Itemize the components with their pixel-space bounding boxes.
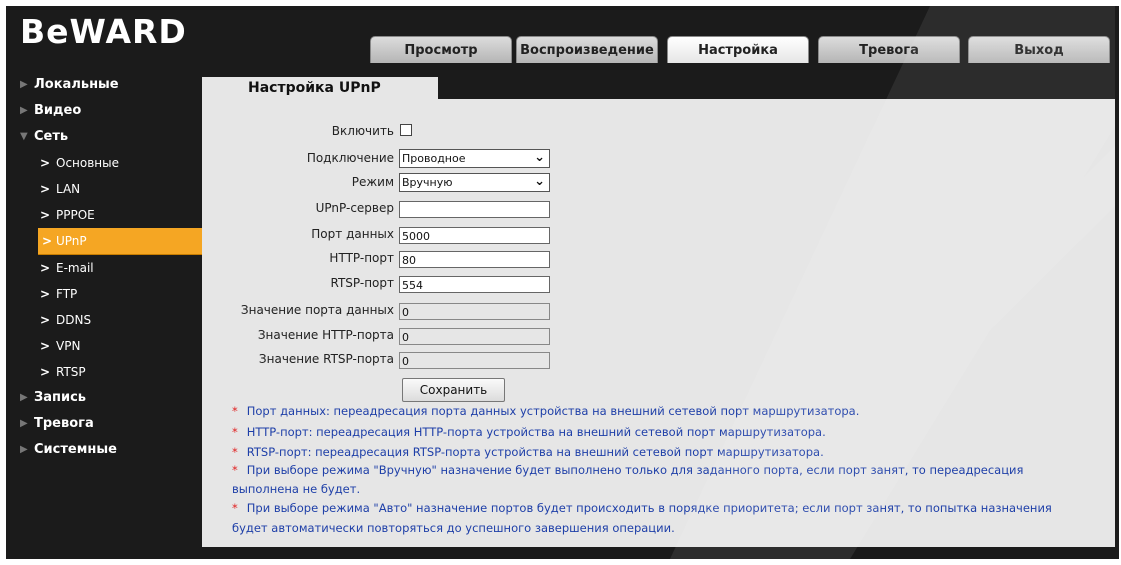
tab-alarm[interactable]: Тревога xyxy=(818,36,960,63)
upnp-server-input[interactable] xyxy=(399,201,550,218)
beward-logo: BeWARD xyxy=(20,12,187,51)
connection-label: Подключение xyxy=(306,151,394,165)
note-item-continued: выполнена не будет. xyxy=(232,482,361,496)
rtsp-port-label: RTSP-порт xyxy=(330,276,394,290)
sidebar-item-ddns[interactable]: > DDNS xyxy=(6,307,202,333)
http-port-input[interactable]: 80 xyxy=(399,251,550,268)
tab-playback[interactable]: Воспроизведение xyxy=(516,36,658,63)
note-item: * Порт данных: переадресация порта данных… xyxy=(232,403,1092,420)
rtsp-port-status-field: 0 xyxy=(399,352,550,369)
chevron-right-icon: > xyxy=(40,365,51,379)
data-port-input[interactable]: 5000 xyxy=(399,227,550,244)
mode-label: Режим xyxy=(351,175,394,189)
sidebar-item-alarm[interactable]: ▶ Тревога xyxy=(6,411,202,437)
sidebar-item-label: RTSP xyxy=(56,365,86,379)
chevron-right-icon: > xyxy=(42,234,53,248)
mode-value: Вручную xyxy=(402,176,453,189)
sidebar-item-upnp[interactable]: > UPnP xyxy=(38,228,202,255)
upnp-server-label: UPnP-сервер xyxy=(315,201,394,215)
sidebar-item-label: Тревога xyxy=(34,416,94,431)
note-item: * HTTP-порт: переадресация HTTP-порта уст… xyxy=(232,424,1092,441)
asterisk-icon: * xyxy=(232,501,238,515)
enable-checkbox[interactable] xyxy=(400,124,412,136)
triangle-down-icon: ▼ xyxy=(20,131,28,142)
tab-exit[interactable]: Выход xyxy=(968,36,1110,63)
sidebar-item-system[interactable]: ▶ Системные xyxy=(6,437,202,463)
note-item: * При выборе режима "Вручную" назначение … xyxy=(232,462,1092,479)
data-port-label: Порт данных xyxy=(311,227,394,241)
chevron-right-icon: > xyxy=(40,182,51,196)
tab-settings[interactable]: Настройка xyxy=(667,36,809,63)
chevron-right-icon: > xyxy=(40,313,51,327)
sidebar-item-record[interactable]: ▶ Запись xyxy=(6,385,202,411)
asterisk-icon: * xyxy=(232,404,238,418)
sidebar-item-basic[interactable]: > Основные xyxy=(6,150,202,176)
connection-select[interactable]: Проводное ⌄ xyxy=(399,149,550,168)
sidebar-item-label: Видео xyxy=(34,103,82,118)
asterisk-icon: * xyxy=(232,445,238,459)
note-item-continued: будет автоматически повторяться до успеш… xyxy=(232,521,675,535)
sidebar-item-network[interactable]: ▼ Сеть xyxy=(6,124,202,150)
sidebar-item-label: DDNS xyxy=(56,313,92,327)
chevron-right-icon: > xyxy=(40,287,51,301)
sidebar-item-label: VPN xyxy=(56,339,81,353)
note-text: RTSP-порт: переадресация RTSP-порта устр… xyxy=(246,445,824,459)
chevron-right-icon: > xyxy=(40,156,51,170)
sidebar-item-vpn[interactable]: > VPN xyxy=(6,333,202,359)
page-title: Настройка UPnP xyxy=(202,77,438,100)
http-port-status-label: Значение HTTP-порта xyxy=(257,328,394,342)
triangle-right-icon: ▶ xyxy=(20,418,28,429)
sidebar-item-label: FTP xyxy=(56,287,78,301)
sidebar-item-ftp[interactable]: > FTP xyxy=(6,281,202,307)
sidebar-item-label: Запись xyxy=(34,390,87,405)
sidebar-item-local[interactable]: ▶ Локальные xyxy=(6,72,202,98)
note-text: При выборе режима "Вручную" назначение б… xyxy=(246,463,1024,477)
sidebar-item-label: UPnP xyxy=(56,234,87,248)
mode-select[interactable]: Вручную ⌄ xyxy=(399,173,550,192)
rtsp-port-status-label: Значение RTSP-порта xyxy=(258,352,394,366)
sidebar-item-email[interactable]: > E-mail xyxy=(6,255,202,281)
sidebar-item-label: Системные xyxy=(34,442,117,457)
data-port-status-label: Значение порта данных xyxy=(240,303,394,317)
chevron-down-icon: ⌄ xyxy=(534,150,545,165)
http-port-status-field: 0 xyxy=(399,328,550,345)
sidebar-item-label: Локальные xyxy=(34,77,119,92)
note-text: При выборе режима "Авто" назначение порт… xyxy=(246,501,1052,515)
note-text: Порт данных: переадресация порта данных … xyxy=(246,404,860,418)
triangle-right-icon: ▶ xyxy=(20,79,28,90)
data-port-status-field: 0 xyxy=(399,303,550,320)
sidebar-item-lan[interactable]: > LAN xyxy=(6,176,202,202)
sidebar-item-pppoe[interactable]: > PPPOE xyxy=(6,202,202,228)
triangle-right-icon: ▶ xyxy=(20,105,28,116)
note-item: * При выборе режима "Авто" назначение пор… xyxy=(232,500,1092,517)
triangle-right-icon: ▶ xyxy=(20,392,28,403)
triangle-right-icon: ▶ xyxy=(20,444,28,455)
sidebar-item-label: Сеть xyxy=(34,129,69,144)
sidebar-item-label: Основные xyxy=(56,156,120,170)
sidebar-item-rtsp[interactable]: > RTSP xyxy=(6,359,202,385)
sidebar-item-label: LAN xyxy=(56,182,81,196)
chevron-right-icon: > xyxy=(40,261,51,275)
rtsp-port-input[interactable]: 554 xyxy=(399,276,550,293)
asterisk-icon: * xyxy=(232,463,238,477)
chevron-down-icon: ⌄ xyxy=(534,174,545,189)
chevron-right-icon: > xyxy=(40,339,51,353)
content-panel xyxy=(202,99,1115,547)
sidebar-item-label: E-mail xyxy=(56,261,94,275)
note-item: * RTSP-порт: переадресация RTSP-порта уст… xyxy=(232,444,1092,461)
sidebar-item-video[interactable]: ▶ Видео xyxy=(6,98,202,124)
save-button[interactable]: Сохранить xyxy=(402,378,505,402)
note-text: HTTP-порт: переадресация HTTP-порта устр… xyxy=(246,425,826,439)
http-port-label: HTTP-порт xyxy=(329,251,394,265)
tab-view[interactable]: Просмотр xyxy=(370,36,512,63)
sidebar-item-label: PPPOE xyxy=(56,208,95,222)
chevron-right-icon: > xyxy=(40,208,51,222)
asterisk-icon: * xyxy=(232,425,238,439)
connection-value: Проводное xyxy=(402,152,466,165)
sidebar: ▶ Локальные ▶ Видео ▼ Сеть > Основные > LAN >… xyxy=(6,72,202,463)
enable-label: Включить xyxy=(331,124,394,138)
